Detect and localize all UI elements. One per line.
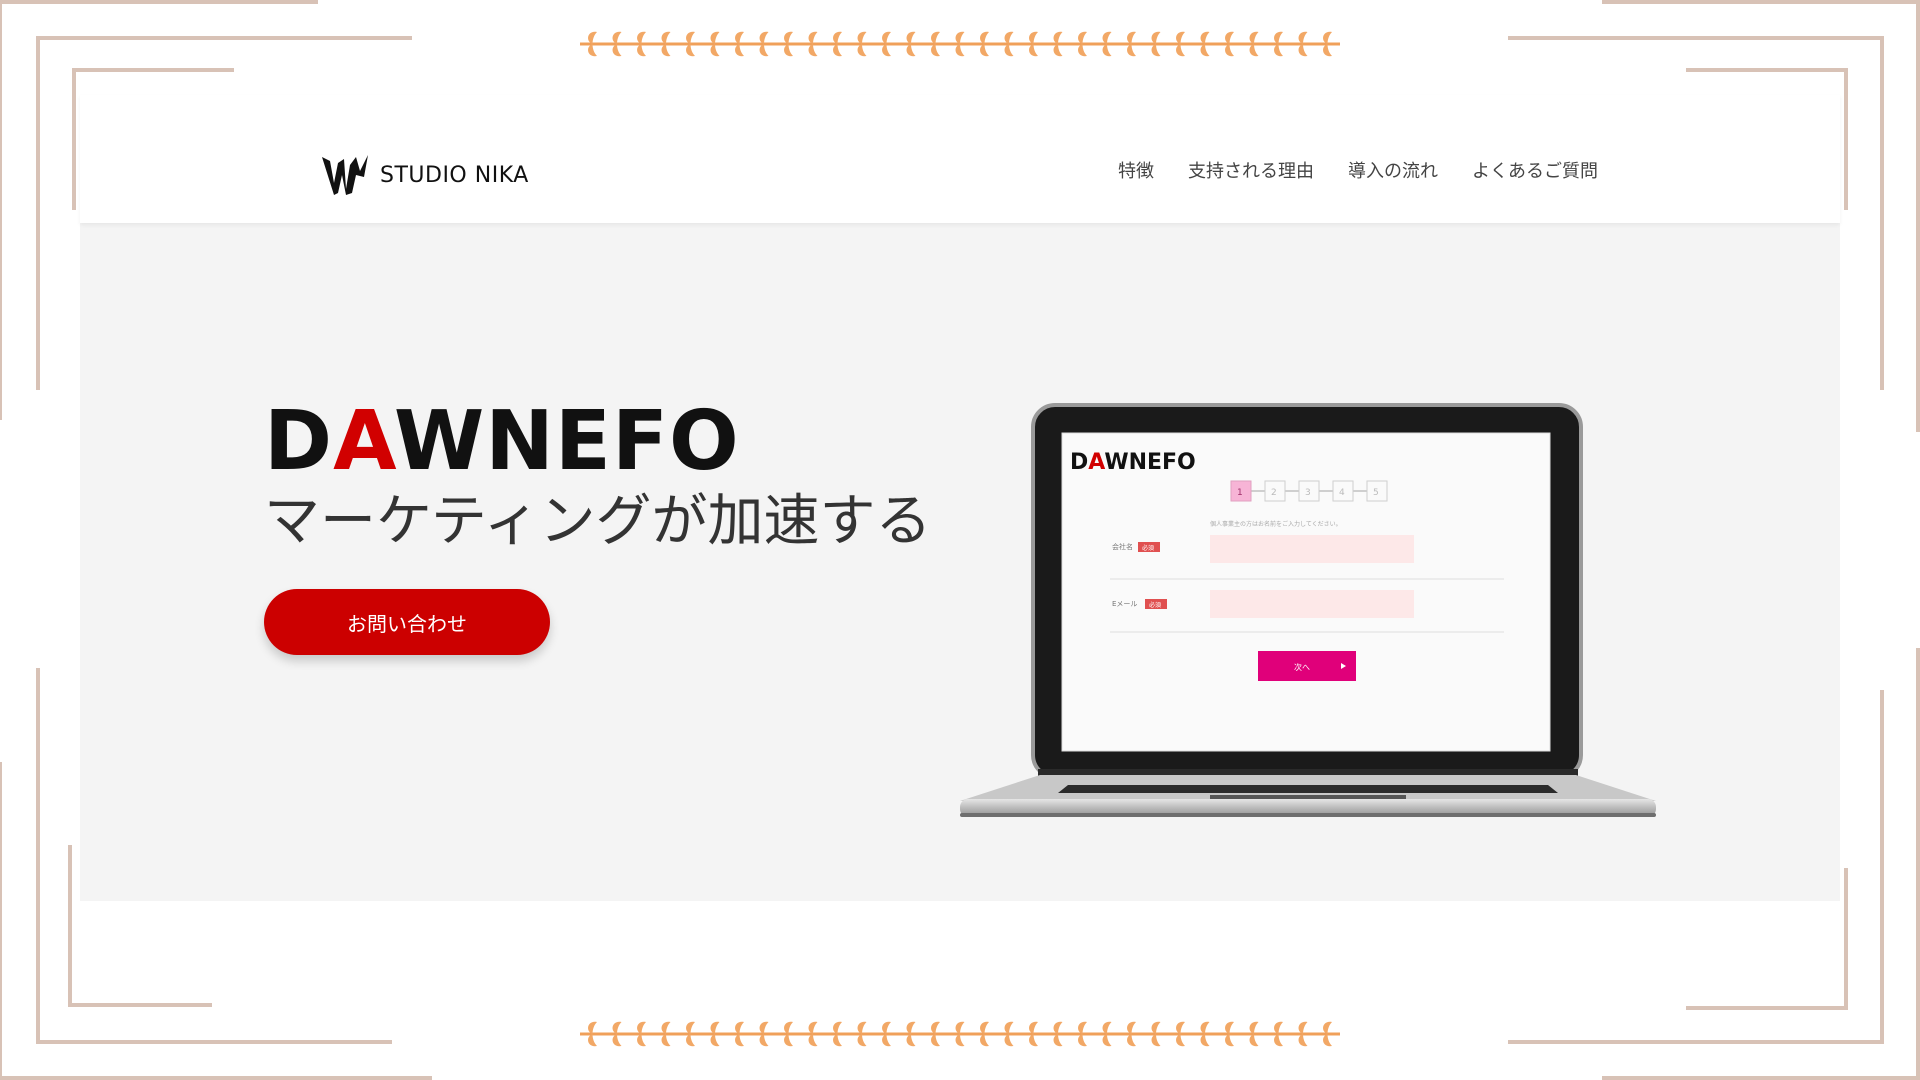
nav-item-faq[interactable]: よくあるご質問 <box>1472 157 1598 183</box>
step-label: 5 <box>1373 488 1379 498</box>
brand-title-first: D <box>264 394 334 489</box>
main-nav: 特徴 支持される理由 導入の流れ よくあるご質問 <box>1118 157 1598 183</box>
step-label: 4 <box>1339 488 1345 498</box>
screen-company-input <box>1210 535 1414 563</box>
screen-field-label: Eメール <box>1112 600 1137 608</box>
hero-tagline: マーケティングが加速する <box>264 489 932 554</box>
nav-item-features[interactable]: 特徴 <box>1118 157 1154 183</box>
website-preview: STUDIO NIKA 特徴 支持される理由 導入の流れ よくあるご質問 DAW… <box>80 95 1840 901</box>
screen-email-input <box>1210 590 1414 618</box>
required-badge: 必須 <box>1149 601 1161 609</box>
logo-text: STUDIO NIKA <box>380 162 529 188</box>
step-label: 2 <box>1271 488 1277 498</box>
screen-next-label: 次へ <box>1294 662 1310 672</box>
step-label: 3 <box>1305 488 1311 498</box>
studio-nika-logo-icon <box>322 155 368 195</box>
required-badge: 必須 <box>1142 544 1154 552</box>
step-label: 1 <box>1237 488 1243 498</box>
nav-item-flow[interactable]: 導入の流れ <box>1348 157 1438 183</box>
laptop-mockup: DAWNEFO 1 2 3 4 5 個人事業主の方はお名前をご入力してください。… <box>960 403 1656 817</box>
vine-ornament-top <box>580 31 1340 57</box>
nav-item-reasons[interactable]: 支持される理由 <box>1188 157 1314 183</box>
brand-title: DAWNEFO <box>264 401 740 483</box>
logo[interactable]: STUDIO NIKA <box>320 153 529 197</box>
brand-title-rest: WNEFO <box>393 394 740 489</box>
contact-button[interactable]: お問い合わせ <box>264 589 550 655</box>
screen-brand-title: DAWNEFO <box>1070 450 1196 475</box>
screen-hint: 個人事業主の方はお名前をご入力してください。 <box>1210 520 1342 528</box>
site-header: STUDIO NIKA 特徴 支持される理由 導入の流れ よくあるご質問 <box>80 95 1840 223</box>
hero-section: DAWNEFO マーケティングが加速する お問い合わせ DAWNEFO 1 2 … <box>80 223 1840 901</box>
screen-field-label: 会社名 <box>1112 542 1133 551</box>
brand-title-accent: A <box>333 394 394 489</box>
vine-ornament-bottom <box>580 1021 1340 1047</box>
